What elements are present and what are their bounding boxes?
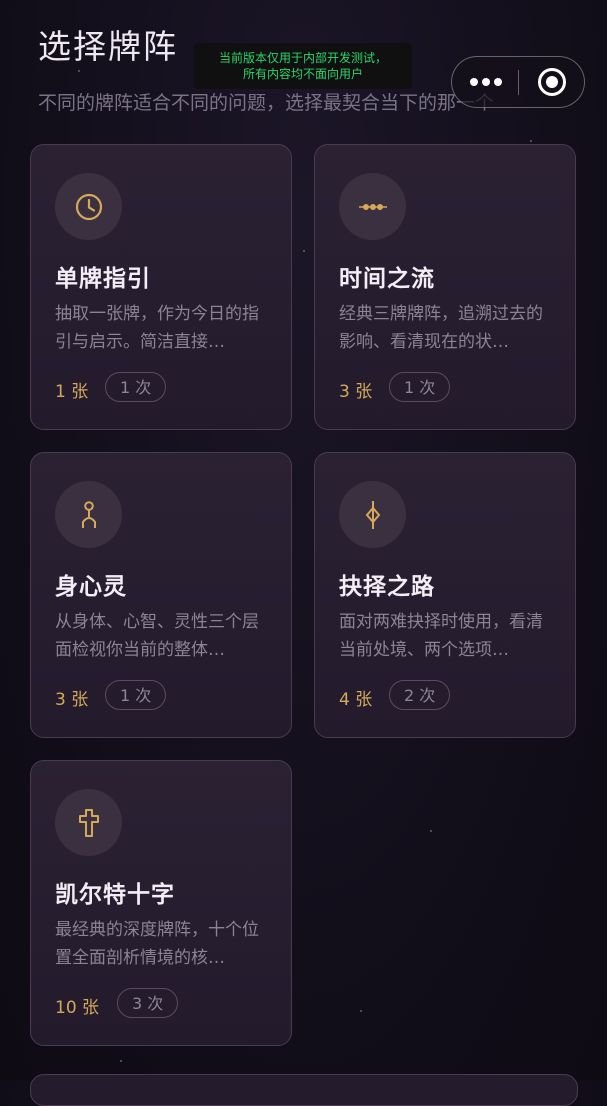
card-count: 4 张 [339,690,373,710]
card-count: 1 张 [55,382,89,402]
capsule-divider [518,70,519,95]
target-close-icon[interactable] [538,68,566,96]
spread-description: 从身体、心智、灵性三个层面检视你当前的整体… [55,612,259,660]
spread-name: 凯尔特十字 [55,882,175,908]
card-count: 3 张 [55,690,89,710]
spread-description: 经典三牌牌阵，追溯过去的影响、看清现在的状… [339,304,543,352]
dev-notice-line2: 所有内容均不面向用户 [242,67,363,81]
spread-card-choice-path[interactable]: 抉择之路 面对两难抉择时使用，看清当前处境、两个选项… 4 张 2 次 [314,452,576,738]
spread-name: 时间之流 [339,266,435,292]
uses-badge: 1 次 [389,372,451,402]
spread-name: 抉择之路 [339,574,435,600]
uses-badge: 1 次 [105,680,167,710]
bottom-card-partial[interactable] [30,1074,578,1106]
card-count: 3 张 [339,382,373,402]
star [360,1010,362,1012]
star [530,140,532,142]
clock-icon [55,173,122,240]
star [303,250,305,252]
spread-name: 身心灵 [55,574,127,600]
card-count: 10 张 [55,998,100,1018]
spread-card-body-mind-spirit[interactable]: 身心灵 从身体、心智、灵性三个层面检视你当前的整体… 3 张 1 次 [30,452,292,738]
star [120,1060,122,1062]
spread-description: 最经典的深度牌阵，十个位置全面剖析情境的核… [55,920,259,968]
spread-name: 单牌指引 [55,266,151,292]
spread-card-time-flow[interactable]: 时间之流 经典三牌牌阵，追溯过去的影响、看清现在的状… 3 张 1 次 [314,144,576,430]
page-title: 选择牌阵 [38,27,178,66]
star [78,70,80,72]
uses-badge: 1 次 [105,372,167,402]
dev-notice-banner: 当前版本仅用于内部开发测试， 所有内容均不面向用户 [194,43,412,89]
star [430,830,432,832]
spread-card-celtic-cross[interactable]: 凯尔特十字 最经典的深度牌阵，十个位置全面剖析情境的核… 10 张 3 次 [30,760,292,1046]
miniprogram-capsule [451,56,585,108]
spread-card-single[interactable]: 单牌指引 抽取一张牌，作为今日的指引与启示。简洁直接… 1 张 1 次 [30,144,292,430]
uses-badge: 3 次 [117,988,179,1018]
diamond-cross-icon [339,481,406,548]
spread-description: 抽取一张牌，作为今日的指引与启示。简洁直接… [55,304,259,352]
celtic-cross-icon [55,789,122,856]
page-subtitle: 不同的牌阵适合不同的问题，选择最契合当下的那一个 [38,92,495,114]
uses-badge: 2 次 [389,680,451,710]
figure-icon [55,481,122,548]
more-dots-icon[interactable] [470,75,502,89]
dev-notice-line1: 当前版本仅用于内部开发测试， [218,51,387,65]
spread-description: 面对两难抉择时使用，看清当前处境、两个选项… [339,612,543,660]
three-dots-line-icon [339,173,406,240]
